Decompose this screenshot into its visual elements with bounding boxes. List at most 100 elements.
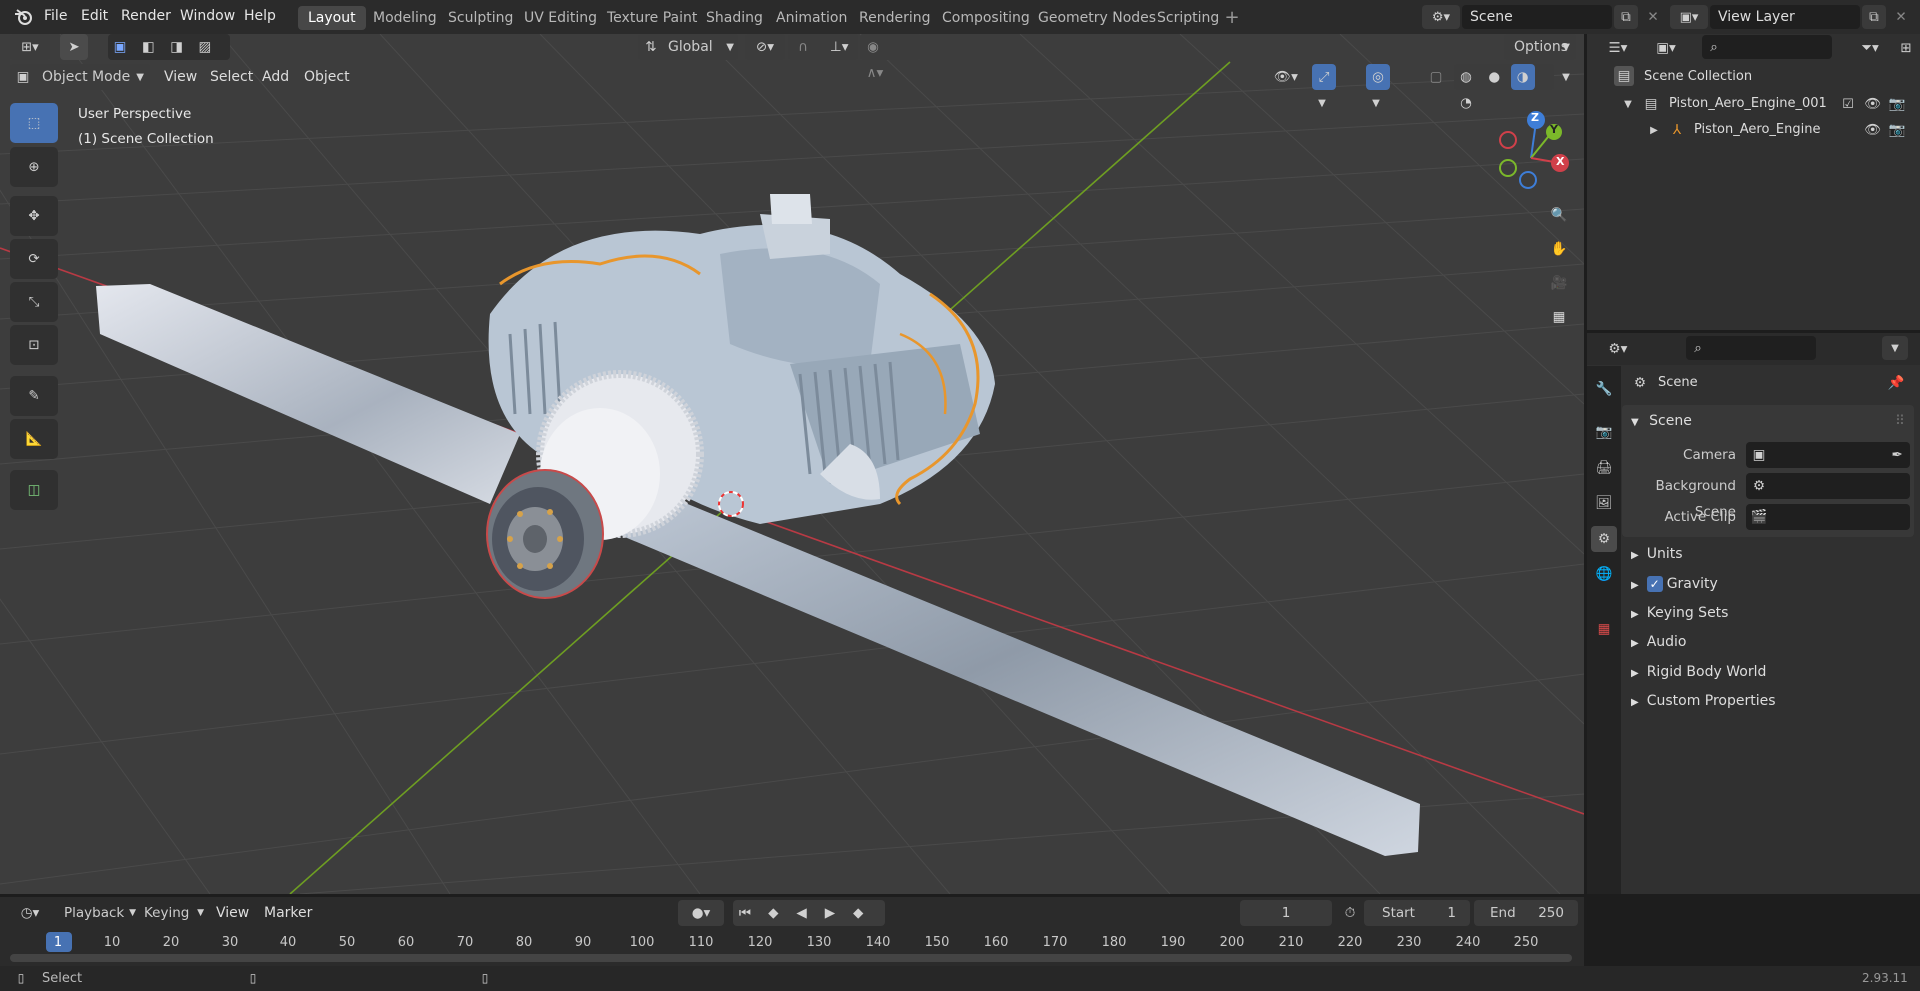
active-clip-field[interactable]: 🎬: [1746, 504, 1910, 530]
eyedropper-icon[interactable]: ✒: [1888, 442, 1906, 468]
next-keyframe-icon[interactable]: ◆: [846, 900, 870, 926]
zoom-view-icon[interactable]: 🔍: [1542, 198, 1576, 232]
properties-editor-type[interactable]: ⚙▾: [1598, 336, 1638, 362]
editor-type-button[interactable]: ⊞▾: [10, 34, 50, 60]
stopwatch-icon[interactable]: ⏱: [1340, 900, 1360, 926]
tool-tab-icon[interactable]: 🔧: [1591, 376, 1617, 402]
view-layer-name-field[interactable]: View Layer: [1710, 5, 1860, 29]
camera-field[interactable]: ▣ ✒: [1746, 442, 1910, 468]
tab-scripting[interactable]: Scripting: [1147, 6, 1229, 30]
extend-selection-icon[interactable]: ◧: [136, 34, 160, 60]
units-panel-header[interactable]: ▶ Units: [1631, 541, 1683, 567]
intersect-selection-icon[interactable]: ▨: [193, 34, 217, 60]
camera-render-icon[interactable]: 📷: [1888, 120, 1906, 140]
menu-file[interactable]: File: [44, 0, 67, 34]
scene-panel-header[interactable]: ▼ Scene: [1631, 408, 1692, 434]
subtract-selection-icon[interactable]: ◨: [165, 34, 189, 60]
tool-cursor[interactable]: ⊕: [10, 147, 58, 187]
tab-animation[interactable]: Animation: [766, 6, 857, 30]
duplicate-view-layer-icon[interactable]: ⧉: [1862, 5, 1886, 29]
tool-measure[interactable]: 📐: [10, 419, 58, 459]
view-layer-browse-button[interactable]: ▣▾: [1670, 5, 1708, 29]
tab-modeling[interactable]: Modeling: [363, 6, 447, 30]
snap-target-icon[interactable]: ⊥▾: [822, 34, 856, 60]
viewport-menu-object[interactable]: Object: [298, 64, 356, 90]
gravity-checkbox[interactable]: ✓: [1646, 576, 1663, 592]
texture-tab-icon[interactable]: ▦: [1591, 616, 1617, 642]
tab-rendering[interactable]: Rendering: [849, 6, 941, 30]
properties-options-chevron-icon[interactable]: ▼: [1882, 336, 1908, 360]
play-icon[interactable]: ▶: [818, 900, 842, 926]
tab-geometry-nodes[interactable]: Geometry Nodes: [1028, 6, 1166, 30]
delete-scene-icon[interactable]: ✕: [1642, 5, 1664, 29]
outliner-display-mode[interactable]: ▣▾: [1646, 35, 1686, 61]
select-tool-button[interactable]: ➤: [60, 34, 88, 60]
pin-icon[interactable]: 📌: [1886, 370, 1906, 396]
tab-shading[interactable]: Shading: [696, 6, 773, 30]
options-dropdown[interactable]: Options ▼: [1504, 34, 1576, 60]
expand-arrow-icon[interactable]: ▼: [1620, 94, 1636, 114]
tab-compositing[interactable]: Compositing: [932, 6, 1040, 30]
playback-controls[interactable]: ⏮ ◆ ◀ ▶ ◆ ⏭: [733, 900, 885, 947]
outliner-filter-button[interactable]: ⏷▾: [1850, 35, 1890, 61]
keying-sets-panel-header[interactable]: ▶ Keying Sets: [1631, 600, 1728, 626]
tool-add-cube[interactable]: ◫: [10, 470, 58, 510]
pan-view-hand-icon[interactable]: ✋: [1542, 232, 1576, 266]
tab-uv-editing[interactable]: UV Editing: [514, 6, 607, 30]
snapping-group[interactable]: ∩ ⊥▾: [788, 34, 858, 60]
timeline-scrollbar[interactable]: [10, 954, 1572, 962]
perspective-toggle-grid-icon[interactable]: ▦: [1542, 300, 1576, 334]
shading-options-chevron-icon[interactable]: ▼: [1556, 64, 1576, 90]
properties-search-input[interactable]: ⌕: [1686, 336, 1816, 360]
material-preview-icon[interactable]: ◑: [1510, 64, 1535, 90]
outliner-scene-collection[interactable]: Scene Collection: [1644, 69, 1752, 84]
outliner-object-item[interactable]: Piston_Aero_Engine: [1694, 122, 1820, 137]
camera-view-icon[interactable]: 🎥: [1542, 266, 1576, 300]
drag-handle-icon[interactable]: ⠿: [1892, 408, 1908, 434]
current-frame-field[interactable]: 1: [1240, 900, 1332, 926]
view-layer-tab-icon[interactable]: 🖼: [1591, 490, 1617, 516]
rendered-shading-icon[interactable]: ◔: [1454, 90, 1478, 116]
render-tab-icon[interactable]: 📷: [1591, 419, 1617, 445]
camera-render-icon[interactable]: 📷: [1888, 94, 1906, 114]
menu-render[interactable]: Render: [121, 0, 171, 34]
viewport-menu-view[interactable]: View: [158, 64, 203, 90]
eye-icon[interactable]: 👁: [1864, 120, 1882, 140]
custom-properties-panel-header[interactable]: ▶ Custom Properties: [1631, 688, 1776, 714]
scene-name-field[interactable]: Scene: [1462, 5, 1612, 29]
falloff-curve-icon[interactable]: ∧▾: [860, 60, 890, 86]
playback-dropdown[interactable]: Playback ▼: [58, 900, 138, 926]
output-tab-icon[interactable]: 🖨: [1591, 455, 1617, 481]
menu-edit[interactable]: Edit: [81, 0, 108, 34]
timeline-editor-type[interactable]: ◷▾: [10, 900, 50, 926]
pivot-point-dropdown[interactable]: ⊘▾: [745, 34, 785, 60]
navigation-gizmo[interactable]: Z Y X: [1486, 108, 1576, 198]
eye-icon[interactable]: 👁: [1864, 94, 1882, 114]
new-selection-icon[interactable]: ▣: [108, 34, 132, 60]
snap-magnet-icon[interactable]: ∩: [788, 34, 818, 60]
tool-move[interactable]: ✥: [10, 196, 58, 236]
background-scene-field[interactable]: ⚙: [1746, 473, 1910, 499]
audio-panel-header[interactable]: ▶ Audio: [1631, 629, 1687, 655]
outliner-editor-type[interactable]: ☰▾: [1598, 35, 1638, 61]
viewport-menu-add[interactable]: Add: [256, 64, 295, 90]
expand-arrow-icon[interactable]: ▶: [1646, 120, 1662, 140]
collection-checkbox-icon[interactable]: ☑: [1840, 94, 1856, 114]
selection-mode-group[interactable]: ▣ ◧ ◨ ▨: [108, 34, 230, 60]
blender-logo-icon[interactable]: [12, 7, 34, 27]
tab-sculpting[interactable]: Sculpting: [438, 6, 523, 30]
tool-annotate[interactable]: ✎: [10, 376, 58, 416]
proportional-edit-icon[interactable]: ◉: [860, 34, 886, 60]
gravity-panel-header[interactable]: ▶ ✓ Gravity: [1631, 571, 1718, 597]
jump-start-icon[interactable]: ⏮: [733, 900, 757, 926]
proportional-edit-group[interactable]: ◉ ∧▾: [860, 34, 920, 81]
rigid-body-world-panel-header[interactable]: ▶ Rigid Body World: [1631, 659, 1766, 685]
xray-toggle-icon[interactable]: ▢: [1424, 64, 1448, 90]
tool-select-box[interactable]: ⬚: [10, 103, 58, 143]
tool-transform[interactable]: ⊡: [10, 325, 58, 365]
3d-viewport[interactable]: [0, 34, 1584, 894]
viewport-menu-select[interactable]: Select: [204, 64, 259, 90]
scene-tab-icon[interactable]: ⚙: [1591, 526, 1617, 552]
auto-keying-toggle[interactable]: ●▾: [678, 900, 724, 926]
timeline-menu-marker[interactable]: Marker: [258, 900, 318, 926]
